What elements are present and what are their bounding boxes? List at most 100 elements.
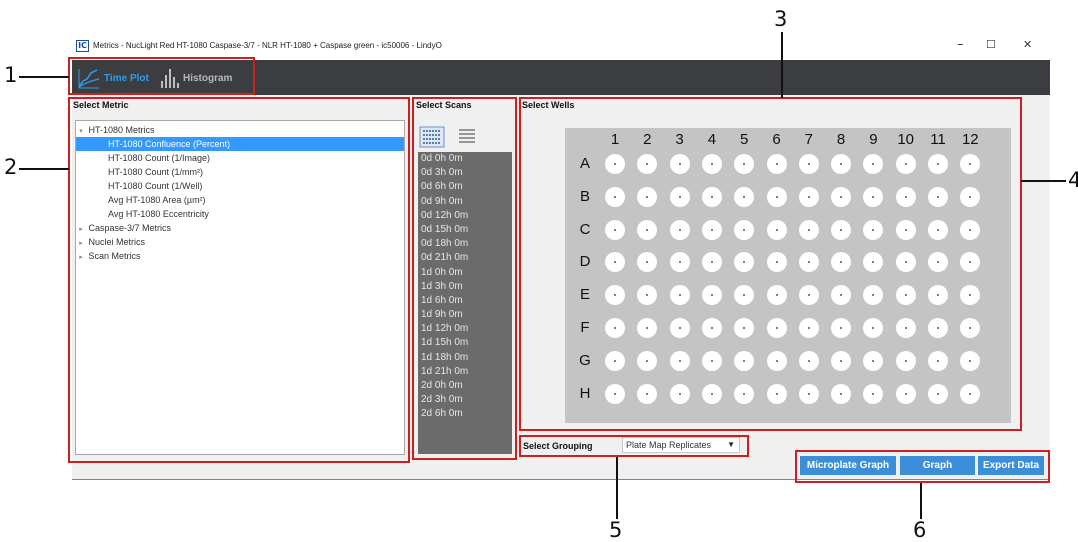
scan-item[interactable]: 0d 3h 0m [418,166,512,180]
tree-item-confluence[interactable]: HT-1080 Confluence (Percent) [76,137,404,151]
scan-item[interactable]: 1d 9h 0m [418,308,512,322]
well-F7[interactable] [798,318,819,338]
well-H12[interactable] [960,383,981,404]
column-header[interactable]: 12 [955,131,985,149]
row-header[interactable]: A [577,155,593,173]
well-B11[interactable] [928,186,948,207]
well-E3[interactable] [669,285,690,306]
well-B3[interactable] [669,186,690,207]
column-header[interactable]: 2 [632,131,662,149]
row-header[interactable]: B [577,188,593,206]
well-C3[interactable] [669,219,690,240]
well-D10[interactable] [895,252,916,273]
well-H2[interactable] [637,383,658,404]
row-header[interactable]: C [577,221,593,239]
scan-item[interactable]: 1d 3h 0m [418,280,512,294]
list-view-icon[interactable] [457,127,477,145]
well-C6[interactable] [766,219,787,240]
well-G1[interactable] [605,350,625,371]
column-header[interactable]: 9 [858,131,888,149]
column-header[interactable]: 5 [729,131,759,149]
column-header[interactable]: 8 [826,131,856,149]
scan-item[interactable]: 0d 6h 0m [418,180,512,194]
well-B7[interactable] [798,186,819,207]
well-A3[interactable] [669,154,690,174]
well-G8[interactable] [831,350,852,371]
well-C7[interactable] [798,219,819,240]
column-header[interactable]: 10 [891,131,921,149]
tree-item-ht1080-metrics[interactable]: ▾ HT-1080 Metrics [76,123,404,137]
scan-item[interactable]: 1d 6h 0m [418,294,512,308]
well-H1[interactable] [605,383,625,404]
grid-view-icon[interactable] [419,126,445,148]
well-F8[interactable] [831,318,852,338]
scan-item[interactable]: 0d 15h 0m [418,223,512,237]
scan-item[interactable]: 1d 0h 0m [418,266,512,280]
tree-item-count-mm2[interactable]: HT-1080 Count (1/mm²) [76,165,404,179]
well-G7[interactable] [798,350,819,371]
scan-item[interactable]: 0d 12h 0m [418,209,512,223]
tree-item-count-well[interactable]: HT-1080 Count (1/Well) [76,179,404,193]
well-G6[interactable] [766,350,787,371]
well-C11[interactable] [928,219,948,240]
scan-item[interactable]: 1d 21h 0m [418,365,512,379]
tree-item-nuclei-metrics[interactable]: ▸ Nuclei Metrics [76,235,404,249]
well-F6[interactable] [766,318,787,338]
well-E7[interactable] [798,285,819,306]
well-H9[interactable] [863,383,884,404]
row-header[interactable]: D [577,253,593,271]
well-H3[interactable] [669,383,690,404]
row-header[interactable]: F [577,319,593,337]
row-header[interactable]: E [577,286,593,304]
row-header[interactable]: G [577,352,593,370]
well-C9[interactable] [863,219,884,240]
tree-item-avg-area[interactable]: Avg HT-1080 Area (µm²) [76,193,404,207]
well-C5[interactable] [734,219,755,240]
well-F10[interactable] [895,318,916,338]
well-C4[interactable] [701,219,722,240]
tree-item-count-image[interactable]: HT-1080 Count (1/Image) [76,151,404,165]
scan-item[interactable]: 0d 0h 0m [418,152,512,166]
well-F3[interactable] [669,318,690,338]
histogram-tab[interactable]: Histogram [160,66,232,90]
row-header[interactable]: H [577,385,593,403]
grouping-dropdown[interactable]: Plate Map Replicates ▼ [622,437,740,453]
well-H5[interactable] [734,383,755,404]
well-H11[interactable] [928,383,948,404]
well-A8[interactable] [831,154,852,174]
scan-item[interactable]: 2d 3h 0m [418,393,512,407]
tree-item-scan-metrics[interactable]: ▸ Scan Metrics [76,249,404,263]
well-D6[interactable] [766,252,787,273]
scan-item[interactable]: 1d 18h 0m [418,351,512,365]
well-B5[interactable] [734,186,755,207]
column-header[interactable]: 7 [794,131,824,149]
graph-button[interactable]: Graph [900,456,975,475]
scan-item[interactable]: 2d 6h 0m [418,407,512,421]
well-E4[interactable] [701,285,722,306]
maximize-button[interactable]: ☐ [986,37,996,53]
well-A11[interactable] [928,154,948,174]
scan-item[interactable]: 0d 18h 0m [418,237,512,251]
microplate-graph-button[interactable]: Microplate Graph [800,456,896,475]
tree-item-avg-eccentricity[interactable]: Avg HT-1080 Eccentricity [76,207,404,221]
column-header[interactable]: 3 [665,131,695,149]
well-C10[interactable] [895,219,916,240]
time-plot-tab[interactable]: Time Plot [77,66,149,90]
well-A10[interactable] [895,154,916,174]
well-D3[interactable] [669,252,690,273]
well-B4[interactable] [701,186,722,207]
column-header[interactable]: 1 [600,131,630,149]
scan-item[interactable]: 2d 0h 0m [418,379,512,393]
well-A4[interactable] [701,154,722,174]
well-C1[interactable] [605,219,625,240]
column-header[interactable]: 4 [697,131,727,149]
well-E6[interactable] [766,285,787,306]
well-G3[interactable] [669,350,690,371]
well-B8[interactable] [831,186,852,207]
well-B2[interactable] [637,186,658,207]
well-B10[interactable] [895,186,916,207]
well-G5[interactable] [734,350,755,371]
well-H8[interactable] [831,383,852,404]
well-B1[interactable] [605,186,625,207]
well-G12[interactable] [960,350,981,371]
